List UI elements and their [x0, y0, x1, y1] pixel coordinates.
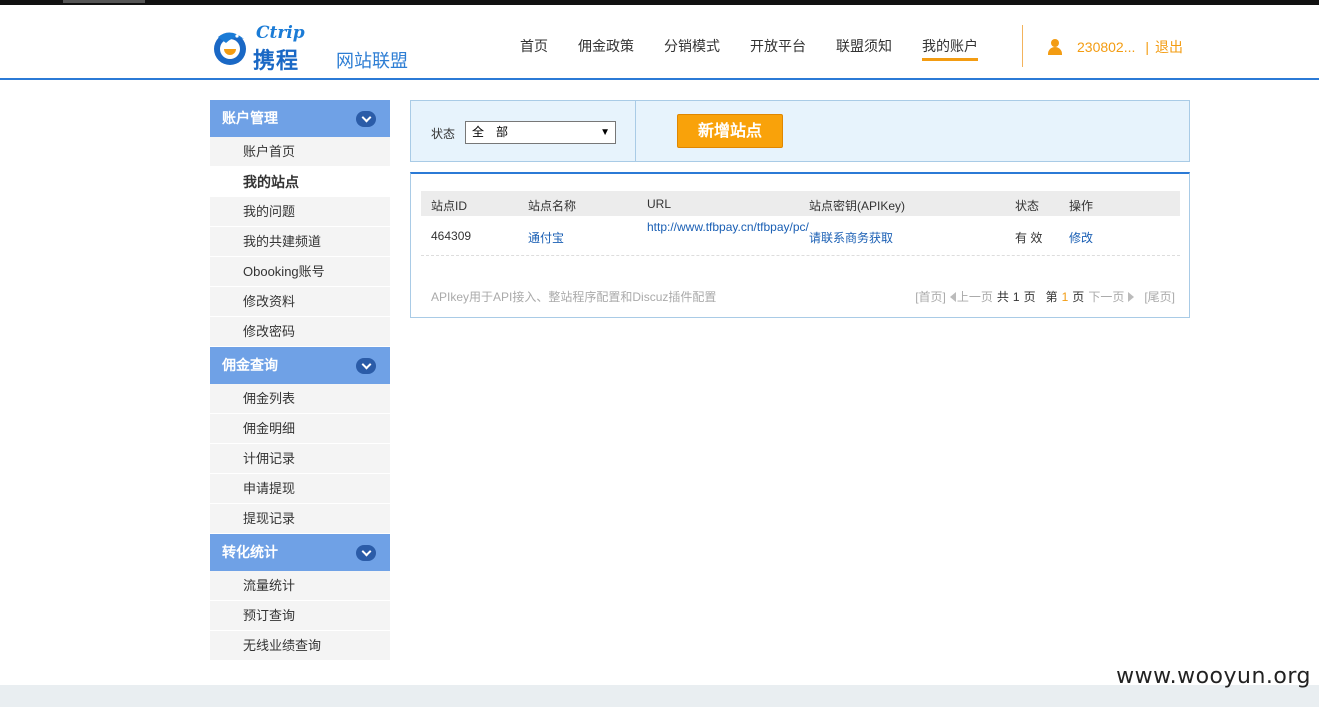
sidebar: 账户管理 账户首页 我的站点 我的问题 我的共建频道 Obooking账号 修改…: [210, 100, 390, 661]
filter-bar: 状态 全 部 ▼ 新增站点: [410, 100, 1190, 162]
pager-first[interactable]: [首页]: [915, 288, 946, 305]
pager-next[interactable]: 下一页: [1088, 288, 1124, 305]
site-id-cell: 464309: [431, 229, 472, 243]
prev-arrow-icon: [949, 291, 956, 302]
sites-table-panel: 站点ID 站点名称 URL 站点密钥(APIKey) 状态 操作 464309 …: [410, 172, 1190, 318]
user-id-link[interactable]: 230802...: [1077, 39, 1135, 55]
sidebar-group-title: 转化统计: [222, 544, 278, 560]
site-status-cell: 有 效: [1015, 231, 1043, 245]
sidebar-item-edit-profile[interactable]: 修改资料: [210, 287, 390, 317]
sidebar-item-my-questions[interactable]: 我的问题: [210, 197, 390, 227]
pager-current-suffix: 页: [1072, 290, 1085, 304]
sidebar-item-booking-query[interactable]: 预订查询: [210, 601, 390, 631]
sidebar-item-withdrawal-records[interactable]: 提现记录: [210, 504, 390, 534]
pager-total-prefix: 共: [996, 290, 1009, 304]
watermark: www.wooyun.org: [1116, 664, 1311, 689]
sidebar-group-conversion[interactable]: 转化统计: [210, 534, 390, 571]
sidebar-item-obooking-account[interactable]: Obooking账号: [210, 257, 390, 287]
table-row: 464309 通付宝 http://www.tfbpay.cn/tfbpay/p…: [421, 216, 1180, 256]
logo-subtitle: 网站联盟: [336, 51, 408, 71]
pager-total-suffix: 页: [1023, 290, 1036, 304]
sidebar-item-commission-list[interactable]: 佣金列表: [210, 384, 390, 414]
sidebar-item-cobuilt-channels[interactable]: 我的共建频道: [210, 227, 390, 257]
column-header-status: 状态: [1015, 199, 1040, 213]
column-header-site-name: 站点名称: [528, 199, 577, 213]
add-site-button[interactable]: 新增站点: [677, 114, 783, 148]
logo-latin-text: Ctrip: [256, 23, 305, 43]
sidebar-item-commission-detail[interactable]: 佣金明细: [210, 414, 390, 444]
site-name-link[interactable]: 通付宝: [528, 229, 564, 246]
sidebar-item-mobile-performance[interactable]: 无线业绩查询: [210, 631, 390, 661]
status-select-value: 全 部: [472, 125, 509, 139]
user-area: 230802... | 退出: [1047, 37, 1183, 57]
chevron-down-icon[interactable]: [356, 358, 376, 374]
dropdown-arrow-icon: ▼: [600, 127, 610, 138]
sidebar-item-commission-records[interactable]: 计佣记录: [210, 444, 390, 474]
column-header-url: URL: [647, 197, 672, 211]
sidebar-group-title: 佣金查询: [222, 357, 278, 373]
column-header-apikey: 站点密钥(APIKey): [809, 199, 906, 213]
nav-alliance-notice[interactable]: 联盟须知: [821, 5, 907, 80]
pager-total-count: 1: [1012, 289, 1020, 304]
apikey-contact-link[interactable]: 请联系商务获取: [809, 229, 893, 246]
apikey-note: APIkey用于API接入、整站程序配置和Discuz插件配置: [431, 290, 717, 304]
sidebar-group-title: 账户管理: [222, 110, 278, 126]
user-separator: |: [1145, 39, 1150, 55]
logo-chinese-text: 携程: [253, 48, 300, 73]
user-icon: [1047, 39, 1063, 55]
site-header: Ctrip 携程 网站联盟 首页 佣金政策 分销模式 开放平台 联盟须知 我的账…: [0, 5, 1319, 80]
status-select[interactable]: 全 部 ▼: [465, 121, 616, 144]
filter-divider: [635, 101, 636, 161]
sidebar-group-account[interactable]: 账户管理: [210, 100, 390, 137]
dolphin-logo-icon: [214, 32, 246, 65]
sidebar-item-my-sites[interactable]: 我的站点: [210, 167, 390, 197]
pager-prev[interactable]: 上一页: [957, 288, 993, 305]
site-url-link[interactable]: http://www.tfbpay.cn/tfbpay/pc/: [647, 219, 809, 236]
nav-home[interactable]: 首页: [505, 5, 563, 80]
column-header-site-id: 站点ID: [431, 199, 468, 213]
logout-link[interactable]: 退出: [1155, 37, 1183, 57]
pager-last[interactable]: [尾页]: [1144, 288, 1175, 305]
ctrip-logo[interactable]: Ctrip 携程 网站联盟: [210, 23, 420, 75]
pager-current-page: 1: [1061, 289, 1069, 304]
chevron-down-icon[interactable]: [356, 545, 376, 561]
nav-my-account[interactable]: 我的账户: [907, 5, 993, 80]
edit-site-link[interactable]: 修改: [1069, 229, 1093, 246]
sidebar-item-request-withdrawal[interactable]: 申请提现: [210, 474, 390, 504]
nav-distribution-mode[interactable]: 分销模式: [649, 5, 735, 80]
pagination: [首页] 上一页 共 1 页 第 1 页 下一页 [尾页]: [911, 288, 1175, 305]
sidebar-item-account-home[interactable]: 账户首页: [210, 137, 390, 167]
chevron-down-icon[interactable]: [356, 111, 376, 127]
header-divider: [1022, 25, 1023, 67]
status-filter-label: 状态: [431, 127, 456, 141]
sidebar-item-change-password[interactable]: 修改密码: [210, 317, 390, 347]
column-header-action: 操作: [1069, 199, 1094, 213]
browser-tab[interactable]: [63, 0, 145, 3]
main-nav: 首页 佣金政策 分销模式 开放平台 联盟须知 我的账户: [505, 5, 993, 80]
next-arrow-icon: [1128, 291, 1135, 302]
table-header: 站点ID 站点名称 URL 站点密钥(APIKey) 状态 操作: [421, 191, 1180, 216]
sidebar-group-commission[interactable]: 佣金查询: [210, 347, 390, 384]
pager-current-prefix: 第: [1045, 290, 1058, 304]
sidebar-item-traffic-stats[interactable]: 流量统计: [210, 571, 390, 601]
nav-commission-policy[interactable]: 佣金政策: [563, 5, 649, 80]
nav-open-platform[interactable]: 开放平台: [735, 5, 821, 80]
